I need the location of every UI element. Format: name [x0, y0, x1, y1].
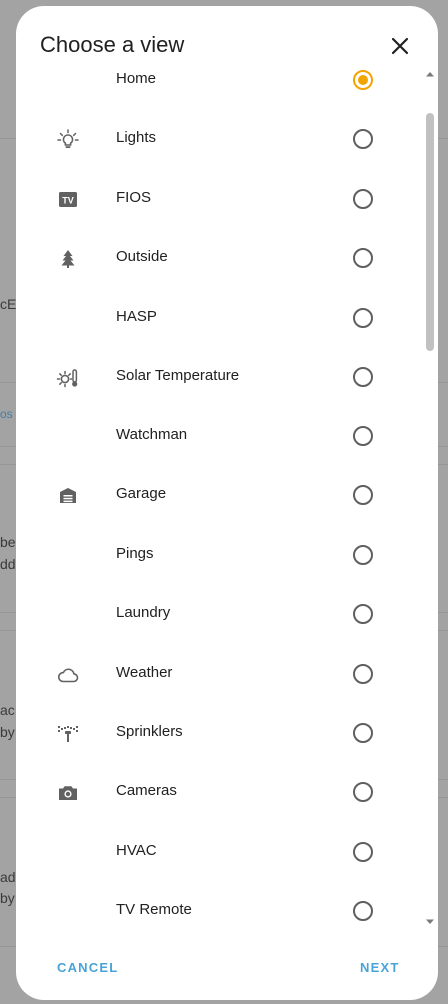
- view-radio[interactable]: [353, 901, 373, 921]
- close-icon: [391, 37, 409, 55]
- view-list[interactable]: Home Lights TV FIOS Outside HASP Solar T…: [16, 70, 438, 934]
- view-radio[interactable]: [353, 723, 373, 743]
- view-item-hasp[interactable]: HASP: [16, 295, 424, 343]
- background-link: os: [0, 407, 13, 421]
- choose-view-dialog: Choose a view Home Lights TV FIOS Outsid…: [16, 6, 438, 1000]
- garage-icon: [56, 484, 80, 508]
- view-radio[interactable]: [353, 308, 373, 328]
- view-item-pings[interactable]: Pings: [16, 532, 424, 580]
- view-item-label: FIOS: [116, 189, 152, 206]
- view-item-label: Weather: [116, 664, 173, 681]
- view-radio[interactable]: [353, 842, 373, 862]
- view-item-label: Solar Temperature: [116, 367, 240, 384]
- view-item-label: HASP: [116, 308, 157, 325]
- view-item-label: Watchman: [116, 426, 188, 443]
- camera-icon: [56, 781, 80, 805]
- view-radio[interactable]: [353, 604, 373, 624]
- view-item-outside[interactable]: Outside: [16, 235, 424, 283]
- view-radio[interactable]: [353, 248, 373, 268]
- view-item-tv-remote[interactable]: TV Remote: [16, 888, 424, 934]
- view-item-label: Lights: [116, 129, 157, 146]
- background-text: ac: [0, 702, 15, 718]
- cloud-icon: [56, 663, 80, 687]
- view-item-label: Pings: [116, 545, 154, 562]
- view-radio[interactable]: [353, 367, 373, 387]
- sprinkler-icon: [56, 722, 80, 746]
- view-item-home[interactable]: Home: [16, 70, 424, 105]
- tv-icon: TV: [56, 188, 80, 212]
- view-item-label: HVAC: [116, 842, 157, 859]
- view-item-label: Home: [116, 70, 157, 87]
- view-item-label: Cameras: [116, 782, 177, 799]
- background-text: ad: [0, 869, 16, 885]
- view-radio[interactable]: [353, 189, 373, 209]
- background-text: by: [0, 724, 15, 740]
- view-item-watchman[interactable]: Watchman: [16, 413, 424, 461]
- view-item-label: TV Remote: [116, 901, 192, 918]
- view-radio[interactable]: [353, 485, 373, 505]
- view-item-laundry[interactable]: Laundry: [16, 591, 424, 639]
- scrollbar-thumb[interactable]: [426, 113, 434, 351]
- view-radio[interactable]: [353, 426, 373, 446]
- view-radio[interactable]: [353, 70, 373, 90]
- sun-thermometer-icon: [56, 366, 80, 390]
- view-item-label: Laundry: [116, 604, 171, 621]
- scroll-up-arrow-icon[interactable]: [425, 70, 435, 78]
- dialog-title: Choose a view: [40, 32, 185, 57]
- view-item-label: Outside: [116, 248, 168, 265]
- svg-text:TV: TV: [62, 196, 74, 206]
- view-item-cameras[interactable]: Cameras: [16, 769, 424, 817]
- pine-tree-icon: [56, 247, 80, 271]
- view-item-solar-temperature[interactable]: Solar Temperature: [16, 354, 424, 402]
- view-item-fios[interactable]: TV FIOS: [16, 176, 424, 224]
- view-item-garage[interactable]: Garage: [16, 472, 424, 520]
- background-text: dd: [0, 556, 16, 572]
- view-item-lights[interactable]: Lights: [16, 116, 424, 164]
- background-text: by: [0, 890, 15, 906]
- view-radio[interactable]: [353, 664, 373, 684]
- view-radio[interactable]: [353, 545, 373, 565]
- view-item-sprinklers[interactable]: Sprinklers: [16, 710, 424, 758]
- cancel-button[interactable]: CANCEL: [57, 960, 118, 975]
- background-text: be: [0, 534, 16, 550]
- view-radio[interactable]: [353, 782, 373, 802]
- view-radio[interactable]: [353, 129, 373, 149]
- lightbulb-icon: [56, 128, 80, 152]
- view-item-label: Garage: [116, 485, 167, 502]
- next-button[interactable]: NEXT: [360, 960, 399, 975]
- scroll-down-arrow-icon[interactable]: [425, 918, 435, 926]
- view-item-weather[interactable]: Weather: [16, 651, 424, 699]
- close-button[interactable]: [384, 30, 416, 62]
- view-item-hvac[interactable]: HVAC: [16, 829, 424, 877]
- view-item-label: Sprinklers: [116, 723, 183, 740]
